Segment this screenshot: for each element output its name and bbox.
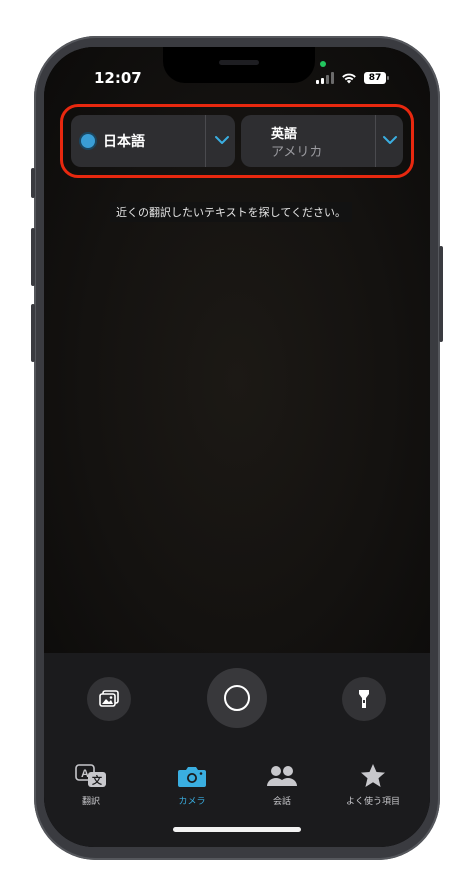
tab-label: 翻訳 — [81, 797, 100, 807]
battery-icon: 87 — [364, 72, 389, 84]
camera-in-use-indicator — [320, 61, 326, 67]
divider — [375, 115, 376, 167]
star-icon — [361, 764, 385, 787]
camera-controls: A 文 翻訳 カメラ 会話 よく使う項目 — [44, 653, 430, 847]
tab-label: 会話 — [272, 797, 291, 807]
translate-icon: A 文 — [75, 764, 106, 787]
chevron-down-icon[interactable] — [213, 133, 231, 147]
wifi-icon — [342, 73, 356, 84]
status-icons: 87 — [316, 71, 389, 85]
chevron-down-icon[interactable] — [381, 133, 399, 147]
flashlight-icon — [359, 690, 369, 708]
status-time: 12:07 — [94, 69, 142, 87]
svg-text:A: A — [81, 768, 89, 780]
target-language-picker[interactable]: 英語 アメリカ — [241, 115, 403, 167]
phone-power-button — [439, 246, 443, 342]
source-language-picker[interactable]: 日本語 — [71, 115, 235, 167]
home-indicator[interactable] — [173, 827, 301, 832]
notch — [163, 47, 315, 83]
tab-bar: A 文 翻訳 カメラ 会話 よく使う項目 — [44, 761, 430, 821]
language-selector: 日本語 英語 アメリカ — [60, 104, 414, 178]
svg-text:文: 文 — [92, 774, 103, 787]
camera-hint: 近くの翻訳したいテキストを探してください。 — [110, 202, 353, 222]
shutter-button[interactable] — [207, 668, 267, 728]
phone-volume-up-button — [31, 228, 35, 286]
active-language-dot — [81, 134, 95, 148]
flashlight-button[interactable] — [342, 677, 386, 721]
tab-conversation[interactable]: 会話 — [237, 761, 327, 807]
target-language-name: 英語 — [271, 127, 298, 142]
target-language-variant: アメリカ — [271, 145, 323, 160]
shutter-icon — [224, 685, 250, 711]
earpiece — [219, 60, 259, 65]
tab-label: よく使う項目 — [345, 797, 400, 807]
tab-favorites[interactable]: よく使う項目 — [328, 761, 418, 807]
divider — [205, 115, 206, 167]
source-language-name: 日本語 — [103, 134, 145, 150]
conversation-icon — [267, 766, 297, 786]
photo-library-button[interactable] — [87, 677, 131, 721]
phone-side-button — [31, 168, 35, 198]
screen: 12:07 87 日本語 英語 アメリカ 近くの翻訳したいテキストを探してくださ… — [44, 47, 430, 847]
photo-library-icon — [99, 690, 119, 707]
tab-translate[interactable]: A 文 翻訳 — [46, 761, 136, 807]
phone-volume-down-button — [31, 304, 35, 362]
camera-icon — [178, 767, 206, 787]
tab-camera[interactable]: カメラ — [147, 761, 237, 807]
cellular-signal-icon — [316, 72, 334, 84]
tab-label: カメラ — [178, 797, 206, 807]
